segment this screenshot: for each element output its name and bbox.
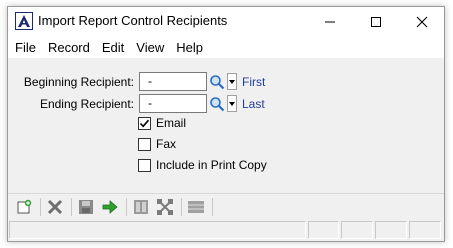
toolbar-separator <box>126 197 127 216</box>
beginning-dropdown-button[interactable] <box>227 73 237 90</box>
status-pane <box>341 221 374 239</box>
menu-edit[interactable]: Edit <box>101 39 125 56</box>
status-bar <box>8 219 444 241</box>
include-print-copy-label: Include in Print Copy <box>156 158 267 172</box>
print-preview-icon <box>134 199 148 214</box>
window-title: Import Report Control Recipients <box>38 13 228 28</box>
minimize-button[interactable] <box>307 7 353 36</box>
magnifier-icon <box>210 74 225 89</box>
maximize-button[interactable] <box>353 7 399 36</box>
settings-button[interactable] <box>154 196 176 218</box>
status-pane <box>409 221 442 239</box>
email-option[interactable]: Email <box>138 116 186 130</box>
save-button[interactable] <box>75 196 97 218</box>
maximize-icon <box>371 16 381 27</box>
toolbar-separator <box>71 197 72 216</box>
go-button[interactable] <box>99 196 121 218</box>
toolbar-separator <box>212 197 213 216</box>
ending-recipient-input[interactable]: - <box>139 94 207 113</box>
beginning-recipient-label: Beginning Recipient: <box>23 75 134 89</box>
close-icon <box>416 16 428 27</box>
app-logo-icon <box>15 12 33 30</box>
new-record-icon <box>17 199 32 213</box>
toolbar-separator <box>40 197 41 216</box>
checkmark-icon <box>139 119 150 127</box>
print-preview-button[interactable] <box>130 196 152 218</box>
status-pane <box>307 221 340 239</box>
beginning-lookup-button[interactable] <box>208 72 226 91</box>
toolbar-separator <box>181 197 182 216</box>
list-button[interactable] <box>185 196 207 218</box>
main-window: Import Report Control Recipients File Re… <box>7 6 445 242</box>
ending-dropdown-button[interactable] <box>227 95 237 112</box>
form-area: Beginning Recipient: - First Ending Reci… <box>8 59 444 194</box>
list-icon <box>188 200 204 213</box>
minimize-icon <box>325 21 335 22</box>
menu-view[interactable]: View <box>135 39 165 56</box>
delete-icon <box>47 199 63 214</box>
include-print-copy-checkbox[interactable] <box>138 158 151 172</box>
close-button[interactable] <box>399 7 445 36</box>
last-link[interactable]: Last <box>242 97 265 111</box>
include-print-copy-option[interactable]: Include in Print Copy <box>138 158 267 172</box>
delete-button[interactable] <box>44 196 66 218</box>
first-link[interactable]: First <box>242 75 265 89</box>
status-pane <box>375 221 408 239</box>
magnifier-icon <box>210 96 225 111</box>
ending-recipient-label: Ending Recipient: <box>39 97 134 111</box>
status-pane-main <box>9 221 306 239</box>
menu-file[interactable]: File <box>14 39 37 56</box>
save-icon <box>79 199 93 214</box>
new-record-button[interactable] <box>13 196 35 218</box>
fax-checkbox[interactable] <box>138 137 151 151</box>
email-checkbox[interactable] <box>138 116 151 130</box>
beginning-recipient-input[interactable]: - <box>139 72 207 91</box>
settings-icon <box>157 198 173 215</box>
fax-label: Fax <box>156 137 177 151</box>
ending-lookup-button[interactable] <box>208 94 226 113</box>
menu-help[interactable]: Help <box>175 39 204 56</box>
title-bar[interactable]: Import Report Control Recipients <box>8 7 444 36</box>
menu-record[interactable]: Record <box>47 39 91 56</box>
toolbar <box>8 193 444 219</box>
email-label: Email <box>156 116 187 130</box>
go-arrow-icon <box>102 199 118 214</box>
fax-option[interactable]: Fax <box>138 137 176 151</box>
menu-bar: File Record Edit View Help <box>8 36 444 58</box>
